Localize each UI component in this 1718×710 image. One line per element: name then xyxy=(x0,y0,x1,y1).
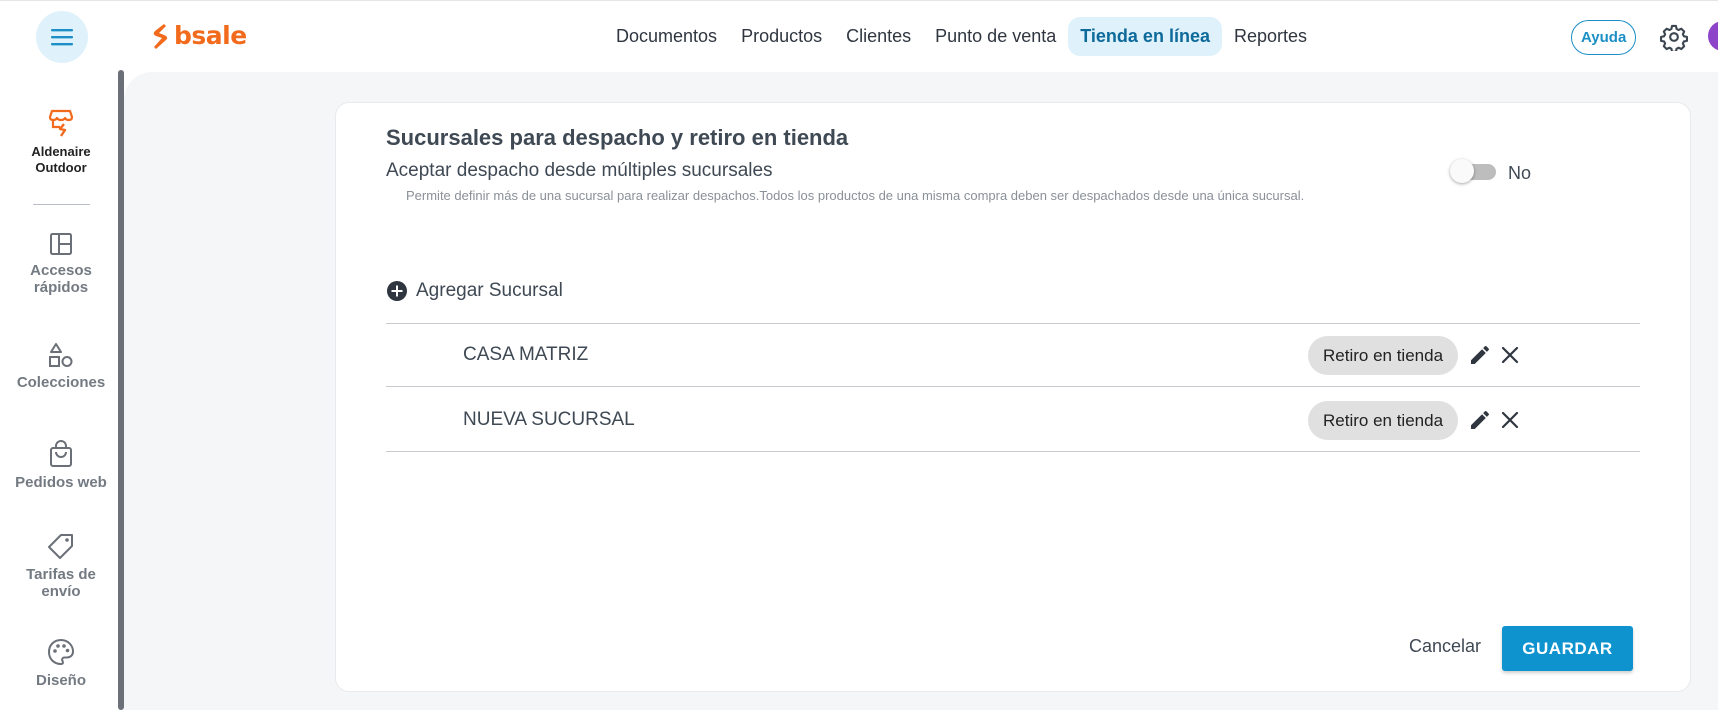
sidebar-item-diseno[interactable]: Diseño xyxy=(0,638,122,689)
sidebar-divider xyxy=(33,204,90,205)
nav-documentos[interactable]: Documentos xyxy=(604,17,729,56)
branch-type-chip: Retiro en tienda xyxy=(1308,401,1459,440)
close-icon[interactable] xyxy=(1498,408,1522,432)
branch-name: NUEVA SUCURSAL xyxy=(463,409,635,430)
sidebar-item-label: Diseño xyxy=(35,672,86,689)
section-title: Sucursales para despacho y retiro en tie… xyxy=(386,125,849,150)
main-nav: Documentos Productos Clientes Punto de v… xyxy=(604,17,1319,56)
sidebar-item-colecciones[interactable]: Colecciones xyxy=(0,342,122,391)
close-icon[interactable] xyxy=(1498,343,1522,367)
list-item: NUEVA SUCURSAL Retiro en tienda xyxy=(386,389,1640,453)
multi-branch-setting-label: Aceptar despacho desde múltiples sucursa… xyxy=(386,160,773,181)
table-divider xyxy=(386,386,1640,387)
sidebar-item-label: Accesos rápidos xyxy=(0,262,122,296)
user-avatar[interactable] xyxy=(1708,21,1718,51)
shapes-icon xyxy=(49,343,73,367)
hamburger-menu-button[interactable] xyxy=(36,11,88,63)
store-name-line2: Outdoor xyxy=(35,160,87,175)
branch-name: CASA MATRIZ xyxy=(463,344,589,365)
toggle-knob xyxy=(1450,159,1474,183)
nav-productos[interactable]: Productos xyxy=(729,17,834,56)
branch-type-chip: Retiro en tienda xyxy=(1308,336,1459,375)
sidebar-item-pedidos-web[interactable]: Pedidos web xyxy=(0,440,122,491)
gear-icon[interactable] xyxy=(1660,23,1688,51)
store-name: Aldenaire Outdoor xyxy=(0,144,122,176)
nav-reportes[interactable]: Reportes xyxy=(1222,17,1319,56)
nav-punto-de-venta[interactable]: Punto de venta xyxy=(923,17,1068,56)
menu-icon xyxy=(51,29,73,46)
dashboard-icon xyxy=(50,233,72,255)
table-divider xyxy=(386,451,1640,452)
edit-icon[interactable] xyxy=(1468,343,1492,367)
bsale-logo[interactable]: bsale xyxy=(150,21,247,50)
save-button[interactable]: GUARDAR xyxy=(1502,626,1633,671)
store-selector[interactable]: Aldenaire Outdoor xyxy=(0,108,122,176)
store-icon xyxy=(48,109,74,137)
tag-icon xyxy=(48,534,73,559)
help-button[interactable]: Ayuda xyxy=(1571,20,1637,55)
sidebar-item-tarifas-de-envio[interactable]: Tarifas de envío xyxy=(0,532,122,600)
sidebar-label-line2: rápidos xyxy=(33,279,89,296)
sidebar-item-label: Tarifas de envío xyxy=(0,566,122,600)
sidebar-item-label: Colecciones xyxy=(16,374,106,391)
sidebar-label-line1: Accesos xyxy=(30,262,92,279)
multi-branch-setting-description: Permite definir más de una sucursal para… xyxy=(406,188,1305,203)
bsale-logo-icon xyxy=(153,23,168,49)
store-name-line1: Aldenaire xyxy=(31,144,91,159)
logo-text: bsale xyxy=(174,21,247,50)
palette-icon xyxy=(47,638,75,666)
sidebar-label-line2: envío xyxy=(41,583,81,600)
multi-branch-toggle[interactable] xyxy=(1450,159,1496,183)
shopping-bag-icon xyxy=(50,440,72,467)
list-item: CASA MATRIZ Retiro en tienda xyxy=(386,324,1640,388)
nav-tienda-en-linea[interactable]: Tienda en línea xyxy=(1068,17,1222,56)
sidebar-item-label: Pedidos web xyxy=(15,474,107,491)
sidebar-item-accesos-rapidos[interactable]: Accesos rápidos xyxy=(0,232,122,296)
plus-circle-icon xyxy=(387,281,407,301)
add-branch-button[interactable]: Agregar Sucursal xyxy=(386,280,563,302)
sidebar-label-line1: Tarifas de xyxy=(26,566,96,583)
add-branch-label: Agregar Sucursal xyxy=(416,280,563,301)
edit-icon[interactable] xyxy=(1468,408,1492,432)
cancel-button[interactable]: Cancelar xyxy=(1409,636,1481,657)
sidebar: Aldenaire Outdoor Accesos rápidos Colecc… xyxy=(0,72,118,710)
toggle-state-label: No xyxy=(1508,163,1532,183)
top-bar: bsale Documentos Productos Clientes Punt… xyxy=(0,0,1718,72)
nav-clientes[interactable]: Clientes xyxy=(834,17,923,56)
